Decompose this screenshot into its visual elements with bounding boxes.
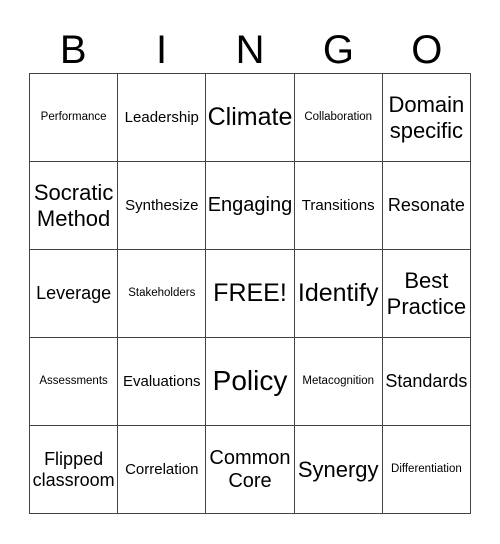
bingo-cell[interactable]: Best Practice [382, 250, 471, 338]
bingo-cell[interactable]: Engaging [206, 162, 295, 250]
bingo-header: B I N G O [29, 28, 471, 72]
bingo-cell[interactable]: Leadership [118, 74, 207, 162]
bingo-cell[interactable]: Evaluations [118, 338, 207, 426]
bingo-cell[interactable]: Policy [206, 338, 295, 426]
header-letter-i: I [156, 28, 168, 72]
bingo-cell[interactable]: Performance [30, 74, 119, 162]
header-letter-g: G [322, 28, 354, 72]
bingo-cell[interactable]: Domain specific [382, 74, 471, 162]
free-space-cell[interactable]: FREE! [206, 250, 295, 338]
bingo-cell[interactable]: Flipped classroom [30, 426, 119, 514]
bingo-cell[interactable]: Synthesize [118, 162, 207, 250]
bingo-cell[interactable]: Common Core [206, 426, 295, 514]
bingo-cell[interactable]: Correlation [118, 426, 207, 514]
bingo-cell[interactable]: Assessments [30, 338, 119, 426]
header-letter-n: N [235, 28, 265, 72]
bingo-cell[interactable]: Resonate [382, 162, 471, 250]
header-letter-o: O [411, 28, 443, 72]
bingo-cell[interactable]: Leverage [30, 250, 119, 338]
bingo-cell[interactable]: Identify [294, 250, 383, 338]
bingo-cell[interactable]: Differentiation [382, 426, 471, 514]
bingo-cell[interactable]: Standards [382, 338, 471, 426]
bingo-cell[interactable]: Stakeholders [118, 250, 207, 338]
bingo-cell[interactable]: Climate [206, 74, 295, 162]
bingo-cell[interactable]: Metacognition [294, 338, 383, 426]
header-letter-b: B [59, 28, 87, 72]
bingo-cell[interactable]: Transitions [294, 162, 383, 250]
bingo-cell[interactable]: Collaboration [294, 74, 383, 162]
bingo-cell[interactable]: Socratic Method [30, 162, 119, 250]
bingo-cell[interactable]: Synergy [294, 426, 383, 514]
bingo-card-grid: Performance Leadership Climate Collabora… [29, 73, 471, 514]
